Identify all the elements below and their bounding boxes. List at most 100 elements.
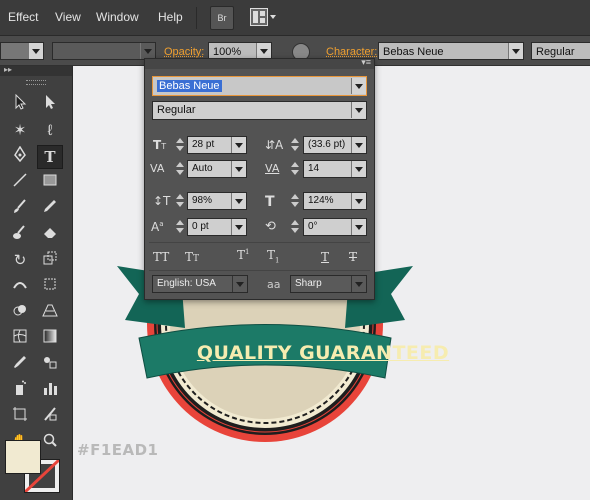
horizontal-scale-field[interactable]: 124% <box>303 192 367 210</box>
kerning-icon: VA <box>150 162 165 175</box>
strikethrough-icon[interactable]: T <box>349 250 357 264</box>
menu-window[interactable]: Window <box>96 10 139 24</box>
chevron-down-icon[interactable] <box>351 193 366 209</box>
tracking-icon: VA <box>265 162 280 175</box>
vertical-scale-field[interactable]: 98% <box>187 192 247 210</box>
baseline-shift-icon: Aa <box>151 220 164 234</box>
leading-stepper[interactable] <box>290 136 300 154</box>
type-tool-icon[interactable]: T <box>37 145 63 169</box>
vertical-scale-stepper[interactable] <box>175 192 185 210</box>
panel-divider <box>149 242 370 243</box>
chevron-down-icon[interactable] <box>351 219 366 235</box>
font-size-icon: TT <box>153 138 167 152</box>
rotation-stepper[interactable] <box>290 218 300 236</box>
magic-wand-tool-icon[interactable]: ✶ <box>8 120 32 142</box>
tracking-field[interactable]: 14 <box>303 160 367 178</box>
kerning-field[interactable]: Auto <box>187 160 247 178</box>
font-style-field[interactable]: Regular <box>531 42 590 60</box>
scale-tool-icon[interactable] <box>38 250 62 272</box>
perspective-grid-tool-icon[interactable] <box>38 302 62 324</box>
arrange-documents-icon[interactable] <box>250 8 276 26</box>
font-style-value: Regular <box>536 46 575 58</box>
direct-selection-tool-icon[interactable] <box>38 94 62 116</box>
subscript-icon[interactable]: T1 <box>267 248 279 264</box>
free-transform-tool-icon[interactable] <box>38 276 62 298</box>
language-dropdown[interactable]: English: USA <box>152 275 248 293</box>
symbol-sprayer-tool-icon[interactable] <box>8 380 32 402</box>
pen-tool-icon[interactable] <box>8 145 32 168</box>
tools-gripper[interactable] <box>26 80 46 85</box>
rotation-field[interactable]: 0° <box>303 218 367 236</box>
font-family-value: Bebas Neue <box>383 46 444 58</box>
opacity-label[interactable]: Opacity: <box>164 46 204 58</box>
rectangle-tool-icon[interactable] <box>38 172 62 194</box>
chevron-down-icon[interactable] <box>351 78 366 94</box>
paintbrush-tool-icon[interactable] <box>8 198 32 220</box>
shape-builder-tool-icon[interactable] <box>8 302 32 324</box>
pencil-tool-icon[interactable] <box>38 198 62 220</box>
menu-view[interactable]: View <box>55 10 81 24</box>
leading-field[interactable]: (33.6 pt) <box>303 136 367 154</box>
menu-divider <box>196 7 197 29</box>
underline-icon[interactable]: T <box>321 250 329 264</box>
chevron-down-icon <box>140 43 155 59</box>
baseline-shift-field[interactable]: 0 pt <box>187 218 247 236</box>
character-panel-header[interactable]: ▾≡ <box>145 57 374 69</box>
chevron-down-icon[interactable] <box>231 219 246 235</box>
baseline-shift-value: 0 pt <box>192 221 209 232</box>
width-tool-icon[interactable] <box>8 276 32 298</box>
chevron-down-icon[interactable] <box>232 276 247 292</box>
chevron-down-icon[interactable] <box>351 102 366 118</box>
superscript-icon[interactable]: T1 <box>237 248 249 262</box>
banner-text[interactable]: QUALITY GUARANTEED <box>173 342 473 364</box>
horizontal-scale-stepper[interactable] <box>290 192 300 210</box>
all-caps-icon[interactable]: TT <box>153 250 169 264</box>
font-family-field[interactable]: Bebas Neue <box>378 42 524 60</box>
tools-panel-header[interactable]: ▸▸ <box>0 65 72 76</box>
slice-tool-icon[interactable] <box>38 406 62 428</box>
rotation-value: 0° <box>308 221 318 232</box>
blob-brush-tool-icon[interactable] <box>8 224 32 246</box>
menu-effect[interactable]: Effect <box>8 10 38 24</box>
font-size-field[interactable]: 28 pt <box>187 136 247 154</box>
chevron-down-icon[interactable] <box>231 161 246 177</box>
font-size-value: 28 pt <box>192 139 215 150</box>
chevron-down-icon <box>256 43 271 59</box>
vertical-scale-icon: ↕T <box>153 194 171 208</box>
chevron-down-icon[interactable] <box>351 276 366 292</box>
small-caps-icon[interactable]: TT <box>185 250 199 264</box>
gradient-tool-icon[interactable] <box>38 328 62 350</box>
antialiasing-dropdown[interactable]: Sharp <box>290 275 367 293</box>
variable-width-dropdown[interactable] <box>52 42 156 60</box>
font-style-dropdown[interactable]: Regular <box>152 101 367 120</box>
bridge-button[interactable]: Br <box>210 6 234 30</box>
chevron-down-icon[interactable] <box>351 161 366 177</box>
eraser-tool-icon[interactable] <box>38 224 62 246</box>
font-style-value: Regular <box>157 104 196 116</box>
chevron-down-icon[interactable] <box>231 137 246 153</box>
line-segment-tool-icon[interactable] <box>8 172 32 194</box>
chevron-down-icon[interactable] <box>231 193 246 209</box>
artboard-tool-icon[interactable] <box>8 406 32 428</box>
font-size-stepper[interactable] <box>175 136 185 154</box>
zoom-tool-icon[interactable] <box>38 432 62 454</box>
selection-tool-icon[interactable] <box>8 93 32 116</box>
rotate-tool-icon[interactable]: ↻ <box>8 250 32 272</box>
stroke-dropdown[interactable] <box>0 42 44 60</box>
eyedropper-tool-icon[interactable] <box>8 354 32 376</box>
collapse-icon[interactable]: ▸▸ <box>4 65 12 74</box>
panel-menu-icon[interactable]: ▾≡ <box>361 57 371 68</box>
font-family-input[interactable]: Bebas Neue <box>152 76 367 96</box>
menu-help[interactable]: Help <box>158 10 183 24</box>
column-graph-tool-icon[interactable] <box>38 380 62 402</box>
chevron-down-icon[interactable] <box>351 137 366 153</box>
blend-tool-icon[interactable] <box>38 354 62 376</box>
tracking-stepper[interactable] <box>290 160 300 178</box>
lasso-tool-icon[interactable]: ℓ <box>38 120 62 142</box>
mesh-tool-icon[interactable] <box>8 328 32 350</box>
baseline-shift-stepper[interactable] <box>175 218 185 236</box>
fill-swatch-front[interactable] <box>5 440 41 474</box>
menu-bar: Effect View Window Help Br <box>0 0 590 36</box>
language-value: English: USA <box>157 278 216 289</box>
kerning-stepper[interactable] <box>175 160 185 178</box>
